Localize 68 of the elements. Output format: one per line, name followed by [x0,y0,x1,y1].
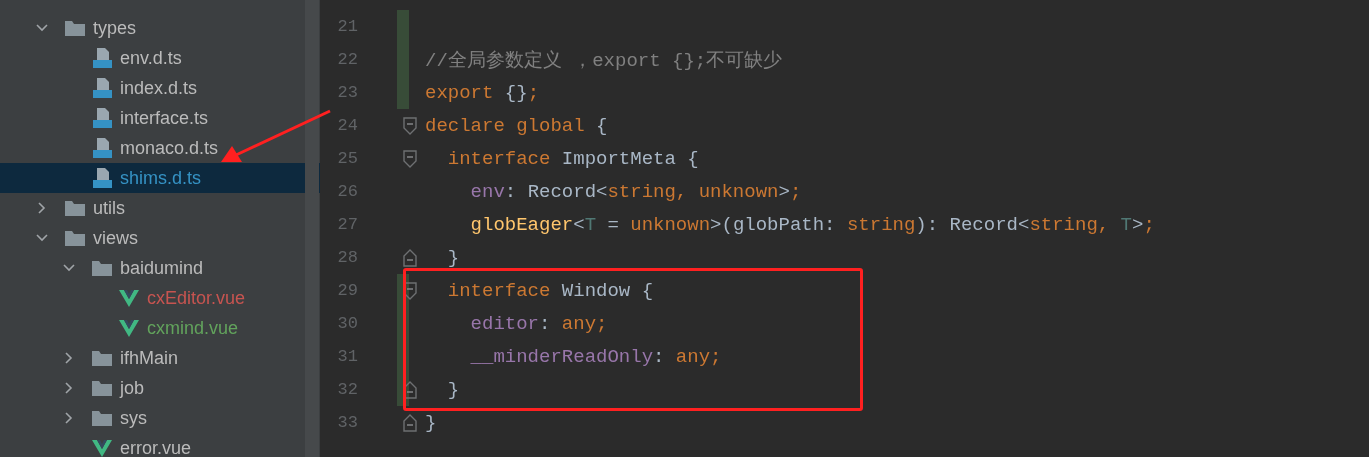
fold-icon[interactable] [403,116,417,135]
code-line: } [446,378,460,401]
line-number: 30 [336,314,358,333]
code-line: declare global { [425,114,608,137]
vue-file-icon [118,318,140,338]
typescript-file-icon [91,167,113,189]
code-line: editor: any; [469,312,608,335]
line-number: 27 [336,215,358,234]
code-line: } [425,411,437,434]
tree-item[interactable]: cxmind.vue [0,313,305,343]
tree-item[interactable]: types [0,13,305,43]
code-line: export {}; [425,81,540,104]
line-number: 25 [336,149,358,168]
folder-icon [64,199,86,217]
code-line: env: Record<string, unknown>; [469,180,802,203]
line-number: 33 [336,413,358,432]
folder-icon [91,259,113,277]
line-number: 31 [336,347,358,366]
fold-icon[interactable] [403,149,417,168]
tree-item[interactable]: monaco.d.ts [0,133,305,163]
tree-item[interactable]: job [0,373,305,403]
tree-item[interactable]: views [0,223,305,253]
chevron-right-icon[interactable] [36,202,48,214]
tree-item[interactable]: env.d.ts [0,43,305,73]
line-number: 26 [336,182,358,201]
code-line: interface Window { [446,279,654,302]
tree-item[interactable]: utils [0,193,305,223]
chevron-down-icon[interactable] [63,262,75,274]
tree-item[interactable]: error.vue [0,433,305,457]
line-number: 29 [336,281,358,300]
folder-icon [91,409,113,427]
typescript-file-icon [91,47,113,69]
scrollbar[interactable] [305,0,319,457]
line-number: 32 [336,380,358,399]
unfold-icon[interactable] [403,380,417,399]
chevron-down-icon[interactable] [36,232,48,244]
chevron-right-icon[interactable] [63,352,75,364]
code-line: globEager<T = unknown>(globPath: string): Record<string, T>; [469,213,1155,236]
tree-item[interactable]: index.d.ts [0,73,305,103]
tree-item[interactable]: interface.ts [0,103,305,133]
typescript-file-icon [91,77,113,99]
tree-item[interactable]: shims.d.ts [0,163,320,193]
line-number: 24 [336,116,358,135]
chevron-right-icon[interactable] [63,382,75,394]
code-line: interface ImportMeta { [446,147,699,170]
fold-icon[interactable] [403,281,417,300]
folder-icon [91,349,113,367]
vue-file-icon [91,438,113,457]
code-line: } [446,246,460,269]
line-number: 23 [336,83,358,102]
unfold-icon[interactable] [403,413,417,432]
tree-item[interactable]: sys [0,403,305,433]
folder-icon [64,19,86,37]
unfold-icon[interactable] [403,248,417,267]
code-line: //全局参数定义 ，export {};不可缺少 [425,49,783,72]
line-number: 21 [336,17,358,36]
chevron-right-icon[interactable] [63,412,75,424]
typescript-file-icon [91,137,113,159]
typescript-file-icon [91,107,113,129]
folder-icon [91,379,113,397]
tree-item[interactable]: ifhMain [0,343,305,373]
line-number: 28 [336,248,358,267]
vue-file-icon [118,288,140,308]
folder-icon [64,229,86,247]
chevron-down-icon[interactable] [36,22,48,34]
code-line: __minderReadOnly: any; [469,345,722,368]
line-number: 22 [336,50,358,69]
tree-item[interactable]: baidumind [0,253,305,283]
